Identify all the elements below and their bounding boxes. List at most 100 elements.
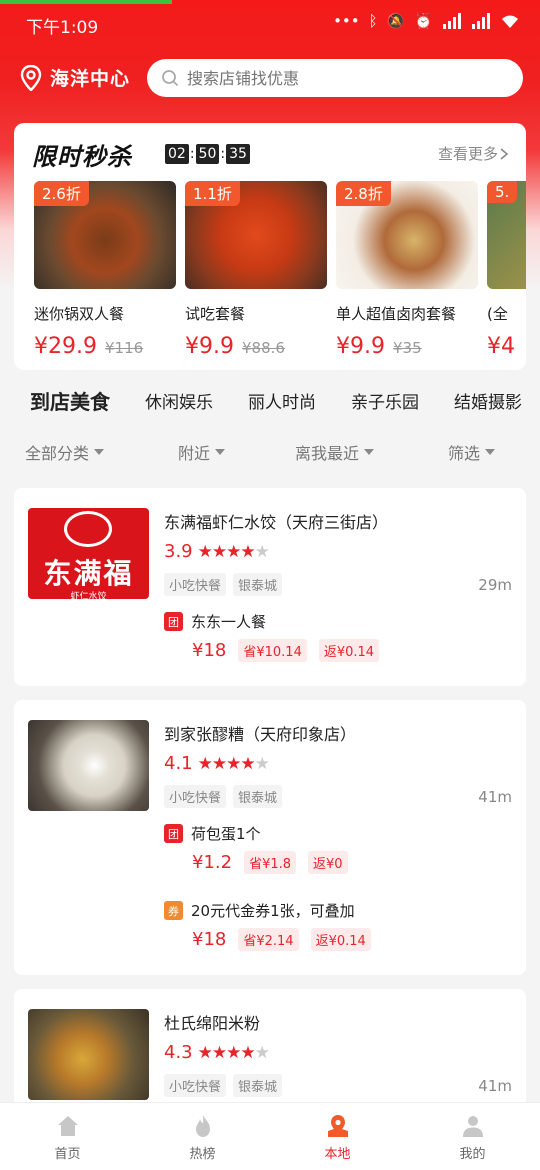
flash-sale-items: 2.6折 迷你锅双人餐 ¥29.9 ¥116 1.1折 试吃套餐 ¥9.9 ¥88.… <box>34 181 526 359</box>
status-time: 下午1:09 <box>26 18 99 38</box>
discount-tag: 5. <box>487 181 518 203</box>
tab-label: 首页 <box>54 1147 81 1162</box>
store-tags: 小吃快餐 银泰城 <box>164 1074 283 1097</box>
deal-name: 东东一人餐 <box>191 613 267 631</box>
tab-local[interactable]: 本地 <box>270 1103 405 1170</box>
tag-area: 银泰城 <box>233 1074 283 1097</box>
flash-sale-item[interactable]: 5. (全 ¥4 <box>487 181 526 359</box>
location-pin-icon <box>20 64 42 91</box>
status-icons: ••• ᛒ 🔕 ⏰ <box>333 12 520 30</box>
caret-down-icon <box>485 449 496 455</box>
tab-mine[interactable]: 我的 <box>405 1103 540 1170</box>
timer-seconds: 35 <box>226 144 250 164</box>
group-deal-icon: 团 <box>164 824 183 843</box>
deal-cashback: 返¥0.14 <box>318 639 380 662</box>
flash-sale-panel: 限时秒杀 02: 50: 35 查看更多 2.6折 迷你锅双人餐 ¥29.9 ¥1… <box>14 123 526 370</box>
store-name: 到家张醪糟（天府印象店） <box>164 725 357 744</box>
store-distance: 41m <box>478 788 512 806</box>
search-input[interactable] <box>187 68 487 88</box>
store-card[interactable]: 到家张醪糟（天府印象店） 4.1 ★★★★ ★ 小吃快餐 银泰城 41m 团荷包… <box>14 700 526 975</box>
search-icon <box>162 70 179 87</box>
search-bar[interactable] <box>147 59 523 97</box>
see-more-label: 查看更多 <box>437 145 498 163</box>
tag-cuisine: 小吃快餐 <box>164 1074 227 1097</box>
map-pin-icon <box>327 1115 348 1137</box>
caret-down-icon <box>215 449 226 455</box>
item-price: ¥9.9 <box>336 334 385 359</box>
flame-icon <box>195 1115 210 1137</box>
mute-icon: 🔕 <box>386 12 406 30</box>
tab-food[interactable]: 到店美食 <box>30 386 110 415</box>
deal-item[interactable]: 团荷包蛋1个 ¥1.2 省¥1.8 返¥0 <box>164 823 360 874</box>
filter-nearby[interactable]: 附近 <box>178 440 226 464</box>
deal-item[interactable]: 团东东一人餐 ¥18 省¥10.14 返¥0.14 <box>164 611 391 662</box>
deal-price: ¥18 <box>192 929 227 950</box>
group-deal-icon: 团 <box>164 612 183 631</box>
store-rating: 4.3 ★★★★ ★ <box>164 1042 270 1063</box>
filter-nearest[interactable]: 离我最近 <box>295 440 375 464</box>
tab-beauty[interactable]: 丽人时尚 <box>248 388 316 413</box>
tab-wedding[interactable]: 结婚摄影 <box>454 388 522 413</box>
flash-sale-title: 限时秒杀 <box>32 143 132 171</box>
logo-text: 东满福 <box>43 557 134 590</box>
filter-label: 附近 <box>178 444 211 463</box>
deal-cashback: 返¥0.14 <box>310 928 371 951</box>
star-half-icon: ★ <box>254 1042 270 1063</box>
deal-name: 荷包蛋1个 <box>191 825 261 843</box>
logo-subtext: 虾仁水饺 <box>70 592 107 599</box>
store-card[interactable]: 杜氏绵阳米粉 4.3 ★★★★ ★ 小吃快餐 银泰城 41m <box>14 989 526 1119</box>
star-empty-icon: ★ <box>254 753 270 774</box>
timer-hours: 02 <box>165 144 189 164</box>
food-image-hotpot: 2.6折 <box>34 181 176 289</box>
flash-sale-item[interactable]: 2.8折 单人超值卤肉套餐 ¥9.9 ¥35 <box>336 181 478 359</box>
item-name: 迷你锅双人餐 <box>34 305 125 323</box>
store-logo: 东满福 虾仁水饺 <box>28 508 149 599</box>
flash-sale-item[interactable]: 2.6折 迷你锅双人餐 ¥29.9 ¥116 <box>34 181 176 359</box>
tag-cuisine: 小吃快餐 <box>164 785 227 808</box>
filter-all-categories[interactable]: 全部分类 <box>25 440 105 464</box>
more-dots-icon: ••• <box>333 12 360 30</box>
category-tabs: 到店美食 休闲娱乐 丽人时尚 亲子乐园 结婚摄影 <box>0 380 540 420</box>
tab-home[interactable]: 首页 <box>0 1103 135 1170</box>
flash-sale-item[interactable]: 1.1折 试吃套餐 ¥9.9 ¥88.6 <box>185 181 327 359</box>
location-name: 海洋中心 <box>50 68 131 90</box>
store-distance: 29m <box>478 576 512 594</box>
deal-price: ¥18 <box>192 640 227 661</box>
tag-area: 银泰城 <box>233 785 283 808</box>
store-name: 杜氏绵阳米粉 <box>164 1014 261 1033</box>
filter-label: 全部分类 <box>25 444 90 463</box>
filter-screen[interactable]: 筛选 <box>448 440 496 464</box>
store-rating: 4.1 ★★★★ ★ <box>164 753 270 774</box>
food-image-partial: 5. <box>487 181 526 289</box>
star-icons: ★★★★ <box>197 541 256 562</box>
deal-name: 20元代金券1张，可叠加 <box>191 902 355 920</box>
store-rating: 3.9 ★★★★ ★ <box>164 541 270 562</box>
rating-value: 3.9 <box>164 541 193 562</box>
home-icon <box>57 1116 78 1136</box>
discount-tag: 2.6折 <box>34 181 89 206</box>
tab-label: 热榜 <box>189 1147 216 1162</box>
food-image-braised-pork: 2.8折 <box>336 181 478 289</box>
deal-save: 省¥2.14 <box>238 928 299 951</box>
user-icon <box>462 1116 483 1137</box>
signal-icon <box>443 13 461 29</box>
star-icons: ★★★★ <box>197 753 256 774</box>
item-name: 单人超值卤肉套餐 <box>336 305 457 323</box>
store-tags: 小吃快餐 银泰城 <box>164 785 283 808</box>
tab-hot-list[interactable]: 热榜 <box>135 1103 270 1170</box>
item-original-price: ¥116 <box>104 339 144 357</box>
deal-item[interactable]: 券 20元代金券1张，可叠加 ¥18 省¥2.14 返¥0.14 <box>164 900 383 951</box>
store-card[interactable]: 东满福 虾仁水饺 东满福虾仁水饺（天府三街店） 3.9 ★★★★ ★ 小吃快餐 … <box>14 488 526 686</box>
store-distance: 41m <box>478 1077 512 1095</box>
filter-label: 筛选 <box>448 444 481 463</box>
location-selector[interactable]: 海洋中心 <box>20 64 130 91</box>
tab-label: 本地 <box>324 1147 351 1162</box>
tab-kids[interactable]: 亲子乐园 <box>351 388 419 413</box>
caret-down-icon <box>94 449 105 455</box>
store-photo <box>28 720 149 811</box>
wifi-icon <box>502 15 518 28</box>
bottom-tab-bar: 首页 热榜 本地 我的 <box>0 1102 540 1170</box>
discount-tag: 2.8折 <box>336 181 391 206</box>
tab-leisure[interactable]: 休闲娱乐 <box>145 388 213 413</box>
see-more-link[interactable]: 查看更多 <box>438 143 510 164</box>
